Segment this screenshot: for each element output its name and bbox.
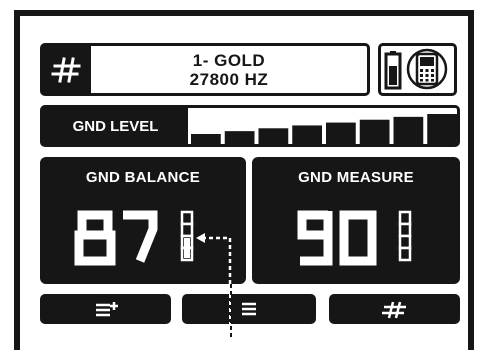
hash-icon: [51, 57, 81, 83]
gnd-measure-readout: [297, 210, 412, 266]
gnd-level-meter: [191, 114, 457, 144]
gnd-measure-digit-2: [339, 210, 377, 266]
gnd-measure-panel[interactable]: GND MEASURE 90: [252, 157, 460, 284]
menu-plus-icon: [96, 302, 118, 317]
gnd-level-bar: GND LEVEL: [40, 105, 460, 147]
gnd-balance-panel[interactable]: GND BALANCE 87: [40, 157, 246, 284]
gnd-measure-scale: [398, 210, 412, 262]
menu-icon: [229, 294, 256, 324]
gnd-measure-digit-1: [297, 210, 333, 266]
gnd-balance-pointer-icon: [196, 233, 232, 284]
gnd-level-segment: [258, 128, 289, 144]
gnd-level-segment: [393, 116, 424, 144]
mode-text: 1- GOLD 27800 HZ: [91, 46, 367, 93]
detector-icon: [406, 48, 448, 90]
gnd-level-label: GND LEVEL: [43, 108, 188, 144]
gnd-balance-digit-2: [123, 210, 158, 263]
status-display: [378, 43, 457, 96]
gnd-level-segment: [191, 134, 221, 144]
hash-icon: [382, 301, 406, 319]
softkey-hash[interactable]: [329, 294, 460, 324]
gnd-level-segment: [224, 131, 255, 144]
battery-icon: [384, 51, 402, 90]
softkey-menu-plus[interactable]: [40, 294, 171, 324]
gnd-level-segment: [427, 114, 457, 144]
mode-icon-cell: [43, 46, 91, 93]
gnd-level-segment: [292, 125, 322, 144]
gnd-level-segment: [326, 122, 356, 144]
gnd-balance-readout: [74, 210, 232, 284]
gnd-balance-digit-1: [74, 210, 116, 266]
pointer-line: [230, 284, 232, 340]
mode-name: 1- GOLD: [192, 50, 266, 70]
gnd-level-segment: [359, 119, 390, 144]
mode-frequency: 27800 HZ: [189, 69, 269, 89]
softkey-menu[interactable]: [182, 294, 316, 324]
mode-display[interactable]: 1- GOLD 27800 HZ: [40, 43, 370, 96]
status-icons: [384, 48, 448, 90]
